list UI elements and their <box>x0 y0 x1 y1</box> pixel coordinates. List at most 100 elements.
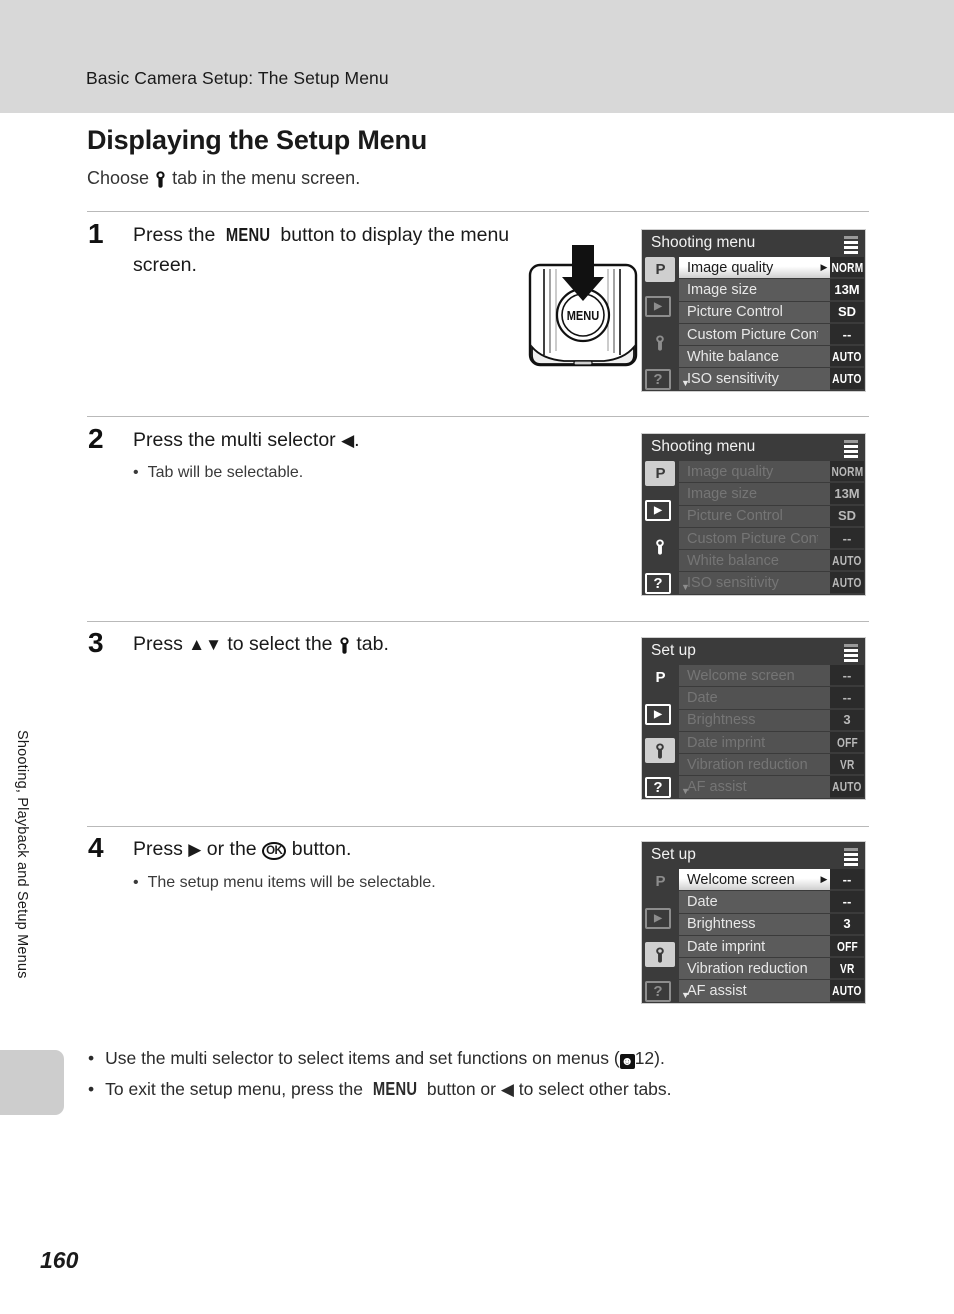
step-divider-2 <box>87 416 869 417</box>
menu-row-value: AUTO <box>830 980 864 1002</box>
menu-row-label: Welcome screen <box>687 667 795 684</box>
menu-row-label: ISO sensitivity <box>687 371 779 388</box>
menu-row-label: Brightness <box>687 712 756 729</box>
step-text-4: Press ▶ or the OK button. <box>133 834 573 865</box>
step-2-bullet: • Tab will be selectable. <box>133 464 303 482</box>
step-1-text-before: Press the <box>133 224 216 246</box>
menu-row-label: Date <box>687 689 718 706</box>
tab-help[interactable]: ? <box>645 776 671 798</box>
subtitle-text-before: Choose <box>87 168 150 188</box>
menu-row[interactable]: Brightness▶3 <box>679 709 864 732</box>
menu-row[interactable]: Welcome screen▶-- <box>679 869 864 892</box>
menu-row[interactable]: Brightness▶3 <box>679 913 864 936</box>
menu-row[interactable]: Welcome screen▶-- <box>679 665 864 688</box>
menu-row[interactable]: White balance▶AUTO <box>679 550 864 573</box>
scroll-down-caret-icon: ▼ <box>681 989 690 1000</box>
menu-row-value: -- <box>830 323 864 346</box>
menu-button-glyph: MENU <box>372 1079 418 1099</box>
menu-row-value: AUTO <box>830 368 864 390</box>
step-number-1: 1 <box>88 218 104 249</box>
menu-row[interactable]: Picture Control▶SD <box>679 505 864 528</box>
menu-row-label: White balance <box>687 348 779 365</box>
menu-row[interactable]: Date▶-- <box>679 687 864 710</box>
step-number-2: 2 <box>88 423 104 454</box>
menu-row[interactable]: ▼ISO sensitivity▶AUTO <box>679 572 864 595</box>
step-number-4: 4 <box>88 832 104 863</box>
menu-row[interactable]: Vibration reduction▶VR <box>679 958 864 981</box>
scroll-down-caret-icon: ▼ <box>681 785 690 796</box>
chapter-tab-marker <box>0 1050 64 1115</box>
tab-playback[interactable]: ▶ <box>645 907 671 929</box>
menu-row-value: VR <box>830 958 864 980</box>
tab-shooting-mode[interactable]: P <box>645 461 675 486</box>
lcd-screen-shooting-menu-active: Shooting menu P ▶? Image quality ▶ NORM Image … <box>641 229 866 392</box>
footer-2-text-mid: button or <box>426 1079 496 1099</box>
menu-row-value: NORM <box>830 257 864 279</box>
menu-row-label: Custom Picture Control <box>687 530 818 547</box>
tab-playback[interactable]: ▶ <box>645 499 671 521</box>
step-text-3: Press ▲▼ to select the tab. <box>133 629 573 660</box>
lcd-menu-list: Welcome screen▶--Date▶--Brightness▶3Date… <box>679 665 864 799</box>
tab-help[interactable]: ? <box>645 368 671 390</box>
tab-shooting-mode[interactable]: P <box>645 869 675 894</box>
lcd-title: Set up <box>651 642 696 659</box>
scroll-down-caret-icon: ▼ <box>681 581 690 592</box>
breadcrumb: Basic Camera Setup: The Setup Menu <box>86 68 389 88</box>
menu-row-label: Vibration reduction <box>687 756 808 773</box>
scroll-indicator-icon[interactable] <box>844 440 858 458</box>
footer-1-text-after: ). <box>654 1048 665 1068</box>
menu-row[interactable]: White balance▶AUTO <box>679 346 864 369</box>
tab-help[interactable]: ? <box>645 980 671 1002</box>
step-text-2: Press the multi selector ◀. <box>133 425 553 456</box>
tab-help[interactable]: ? <box>645 572 671 594</box>
left-arrow-icon: ◀ <box>341 431 355 450</box>
tab-setup[interactable] <box>645 330 675 355</box>
menu-row-label: Vibration reduction <box>687 960 808 977</box>
step-4-text-before: Press <box>133 838 183 860</box>
tab-playback[interactable]: ▶ <box>645 295 671 317</box>
scroll-indicator-icon[interactable] <box>844 644 858 662</box>
menu-row-value: SD <box>830 301 864 323</box>
menu-row-value: -- <box>830 891 864 913</box>
menu-row[interactable]: Date imprint▶OFF <box>679 935 864 959</box>
scroll-indicator-icon[interactable] <box>844 848 858 866</box>
left-arrow-icon: ◀ <box>500 1080 514 1099</box>
step-4-bullet: • The setup menu items will be selectable… <box>133 874 436 892</box>
footer-bullet-2: • To exit the setup menu, press the MENU … <box>88 1079 672 1100</box>
step-3-text-after: to select the <box>227 633 333 655</box>
menu-row[interactable]: ▼AF assist▶AUTO <box>679 776 864 799</box>
tab-shooting-mode[interactable]: P <box>645 257 675 282</box>
menu-row[interactable]: Image size▶13M <box>679 483 864 506</box>
menu-row[interactable]: Image size▶13M <box>679 279 864 302</box>
menu-row[interactable]: Custom Picture Control▶-- <box>679 323 864 347</box>
menu-row-value: AUTO <box>830 776 864 798</box>
tab-setup[interactable] <box>645 942 675 968</box>
menu-row-value: SD <box>830 505 864 527</box>
tab-playback[interactable]: ▶ <box>645 703 671 725</box>
tab-setup[interactable] <box>645 534 675 559</box>
menu-row[interactable]: Date imprint▶OFF <box>679 731 864 755</box>
menu-row-label: Date imprint <box>687 734 766 751</box>
menu-row-value: OFF <box>830 935 864 958</box>
menu-row[interactable]: ▼ISO sensitivity▶AUTO <box>679 368 864 391</box>
menu-row-value: OFF <box>830 731 864 754</box>
bullet-dot: • <box>133 464 139 481</box>
menu-row-label: Brightness <box>687 916 756 933</box>
menu-row-value: -- <box>830 687 864 709</box>
menu-row[interactable]: ▼AF assist▶AUTO <box>679 980 864 1003</box>
menu-row[interactable]: Image quality▶NORM <box>679 461 864 484</box>
footer-2-text-before: To exit the setup menu, press the <box>105 1079 363 1099</box>
tab-setup[interactable] <box>645 738 675 764</box>
footer-1-ref-page: 12 <box>634 1048 655 1068</box>
lcd-title: Shooting menu <box>651 438 756 455</box>
footer-1-text-before: Use the multi selector to select items a… <box>105 1048 620 1068</box>
menu-row[interactable]: Custom Picture Control▶-- <box>679 527 864 551</box>
step-divider-3 <box>87 621 869 622</box>
scroll-indicator-icon[interactable] <box>844 236 858 254</box>
menu-row[interactable]: Date▶-- <box>679 891 864 914</box>
tab-shooting-mode[interactable]: P <box>645 665 675 690</box>
step-4-text-end: button. <box>291 838 352 860</box>
menu-row[interactable]: Picture Control▶SD <box>679 301 864 324</box>
menu-row[interactable]: Image quality▶NORM <box>679 257 864 280</box>
menu-row[interactable]: Vibration reduction▶VR <box>679 754 864 777</box>
